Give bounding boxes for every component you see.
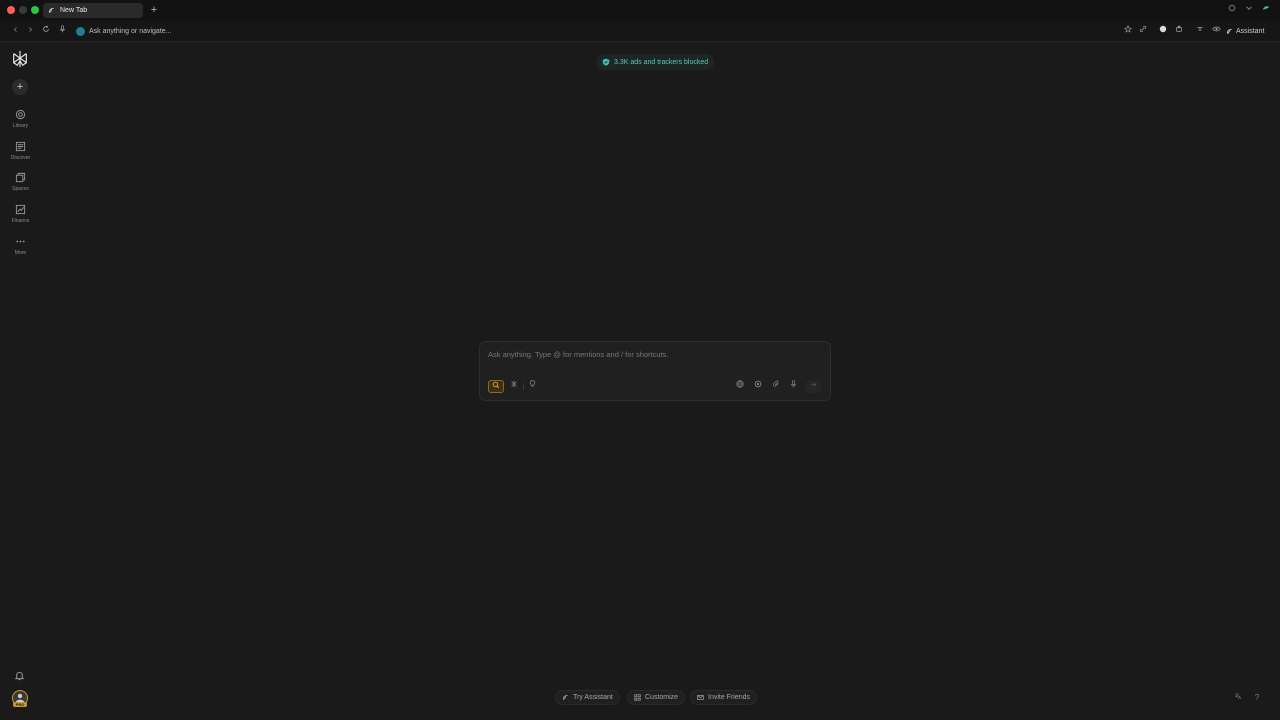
bookmark-star-icon[interactable] [1122,24,1134,37]
microphone-icon[interactable] [56,25,68,37]
notifications-bell-icon[interactable] [14,668,26,681]
tab-strip: New Tab + [0,0,1280,21]
help-button[interactable]: ? [1251,692,1263,704]
sidebar: + Library Discover Spaces Finance More P… [0,42,41,720]
invite-friends-button[interactable]: Invite Friends [690,690,758,705]
grid-icon [634,694,641,701]
omnibox[interactable]: Ask anything or navigate... [76,25,172,38]
assistant-icon [1226,28,1233,35]
extensions-icon[interactable] [1173,25,1185,37]
pro-badge: PRO [13,702,27,707]
finance-icon [15,203,27,215]
sidebar-item-more[interactable]: More [0,235,41,256]
search-mode-button[interactable] [488,380,504,393]
perplexity-logo-icon[interactable] [11,50,29,68]
customize-button[interactable]: Customize [627,690,686,705]
link-icon[interactable] [1137,25,1149,37]
customize-label: Customize [645,694,679,701]
attach-paperclip-icon[interactable] [769,380,782,393]
new-thread-button[interactable]: + [12,79,28,95]
spaces-icon [15,171,27,183]
globe-icon[interactable] [733,380,746,393]
sidebar-item-label: Library [12,123,29,129]
chevron-down-icon[interactable] [1244,4,1254,16]
search-input[interactable]: Ask anything. Type @ for mentions and / … [488,350,668,359]
tab-search-icon[interactable] [1227,4,1237,16]
sidebar-item-label: Spaces [12,186,29,192]
translate-icon[interactable] [1232,692,1244,704]
assistant-button[interactable]: Assistant [1226,25,1264,38]
profile-icon[interactable] [1261,4,1271,16]
try-assistant-button[interactable]: Try Assistant [555,690,620,705]
reload-icon[interactable] [40,25,52,37]
more-icon [15,235,27,247]
sidebar-item-finance[interactable]: Finance [0,203,41,224]
tab-new-tab[interactable]: New Tab [43,3,143,18]
sidebar-item-spaces[interactable]: Spaces [0,171,41,192]
browser-window: New Tab + Ask anything or navigate... As… [0,0,1280,720]
omnibox-placeholder: Ask anything or navigate... [89,28,172,35]
invite-friends-label: Invite Friends [708,694,751,701]
labs-mode-button[interactable] [524,380,540,393]
forward-icon[interactable] [24,25,36,37]
toolbar: Ask anything or navigate... Assistant [0,21,1280,42]
discover-icon [15,140,27,152]
trackers-blocked-text: 3.3K ads and trackers blocked [614,58,709,66]
shield-check-icon [602,58,610,66]
reading-list-icon[interactable] [1194,25,1206,37]
research-mode-button[interactable] [506,380,522,393]
assistant-icon [562,694,569,701]
sidebar-item-discover[interactable]: Discover [0,140,41,161]
microphone-icon[interactable] [787,380,800,393]
perplexity-favicon-icon [48,7,55,14]
zoom-window-button[interactable] [31,6,39,14]
new-tab-button[interactable]: + [149,3,159,17]
submit-button[interactable] [806,380,821,393]
mail-icon [697,694,704,701]
sidebar-item-label: Finance [11,218,30,224]
sidebar-item-label: More [14,250,27,256]
shield-extension-icon[interactable] [1157,25,1169,37]
eye-icon[interactable] [1210,25,1222,37]
tab-title: New Tab [60,7,88,14]
back-icon[interactable] [9,25,21,37]
close-window-button[interactable] [7,6,15,14]
model-selector-icon[interactable] [751,380,764,393]
assistant-label: Assistant [1236,28,1265,35]
minimize-window-button[interactable] [19,6,27,14]
try-assistant-label: Try Assistant [573,694,613,701]
search-composer: Ask anything. Type @ for mentions and / … [479,341,831,401]
trackers-blocked-badge[interactable]: 3.3K ads and trackers blocked [596,54,715,70]
perplexity-logo-icon [76,27,85,36]
sidebar-item-library[interactable]: Library [0,108,41,129]
library-icon [15,108,27,120]
sidebar-item-label: Discover [10,155,31,161]
